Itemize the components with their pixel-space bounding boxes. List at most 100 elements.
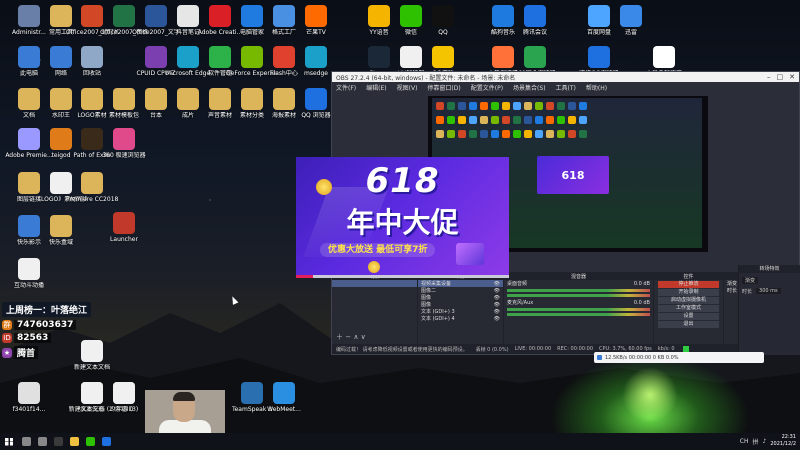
scenes-dock[interactable]: 场景 ＋ − ∧ ∨ <box>332 272 418 344</box>
menu-item[interactable]: 停靠窗口(D) <box>427 83 460 92</box>
tray-ime[interactable]: 拼 <box>753 437 759 446</box>
maximize-icon[interactable]: □ <box>777 73 784 81</box>
source-item[interactable]: 图像 👁 <box>418 294 503 302</box>
menu-item[interactable]: 配置文件(P) <box>471 83 503 92</box>
visibility-icon[interactable]: 👁 <box>494 295 500 301</box>
menu-item[interactable]: 视图(V) <box>397 83 418 92</box>
video-progress-bar[interactable] <box>296 275 509 278</box>
close-icon[interactable]: ✕ <box>789 73 795 81</box>
webcam-feed <box>145 390 225 433</box>
download-speed-bar[interactable]: 12.5KB/s 00:00:00 0 KB 0.0% <box>594 352 764 363</box>
scene-controls[interactable]: ＋ − ∧ ∨ <box>336 332 366 342</box>
control-button[interactable]: 开始录制 <box>658 289 719 296</box>
taskbar-app-task-view[interactable] <box>34 433 50 450</box>
desktop-icon[interactable]: 芒果TV <box>290 5 342 36</box>
desktop-icon-label: 360 极速浏览器 <box>102 152 146 159</box>
minimize-icon[interactable]: – <box>767 73 771 81</box>
source-item[interactable]: 文本 (GDI+) 3 👁 <box>418 308 503 316</box>
qq-icon <box>432 5 454 27</box>
controls-dock[interactable]: 控件 停止推流 开始录制 启动虚拟摄像机 工作室模式 设置 退出 <box>654 272 724 344</box>
scene-item[interactable] <box>332 280 417 287</box>
transition-select[interactable]: 渐变 <box>742 276 759 284</box>
mixer-channel[interactable]: 桌面音频 0.0 dB <box>504 280 653 297</box>
taskbar-apps <box>18 433 114 450</box>
source-item[interactable]: 图像二 👁 <box>418 287 503 295</box>
desktop-icon[interactable]: 腾讯会议 <box>509 5 561 36</box>
visibility-icon[interactable]: 👁 <box>494 309 500 315</box>
desktop-icon-label: 腾讯会议 <box>522 29 547 36</box>
taskbar-app-search[interactable] <box>18 433 34 450</box>
folder-icon <box>50 215 72 237</box>
document-icon <box>18 258 40 280</box>
desktop-icon[interactable]: 回收站 <box>66 46 118 77</box>
transition-row[interactable]: 渐变 <box>739 276 800 284</box>
source-item[interactable]: 图像 👁 <box>418 301 503 309</box>
preview-thumbnail-icon <box>480 116 488 124</box>
wechat-icon <box>85 437 95 446</box>
desktop-icon[interactable]: WebMeet... <box>258 382 310 413</box>
sources-dock[interactable]: 来源 视频采集设备👁图像二👁图像👁图像👁文本 (GDI+) 3👁文本 (GDI+… <box>418 272 504 344</box>
source-label: 文本 (GDI+) 4 <box>421 316 455 322</box>
menu-item[interactable]: 工具(T) <box>556 83 576 92</box>
menu-item[interactable]: 帮助(H) <box>586 83 607 92</box>
source-item[interactable]: 文本 (GDI+) 4 👁 <box>418 315 503 323</box>
meeting-icon <box>524 5 546 27</box>
preview-thumbnail-icon <box>447 102 455 110</box>
preview-thumbnail-icon <box>524 130 532 138</box>
mixer-dock[interactable]: 混音器 桌面音频 0.0 dB 麦克风/Aux 0.0 dB <box>504 272 654 344</box>
preview-thumbnail-icon <box>513 102 521 110</box>
control-button[interactable]: 退出 <box>658 321 719 328</box>
stream-overlay: 上周榜一：叶落绝江 群 747603637 ID 82563 ★ 腾首 <box>2 298 122 373</box>
taskbar-app-qq[interactable] <box>98 433 114 450</box>
transitions-panel-title: 转场特效 <box>739 265 800 273</box>
desktop-icon[interactable]: 快乐盒域 <box>35 215 87 246</box>
preview-thumbnail-icon <box>480 102 488 110</box>
overlay-line: 82563 <box>14 333 52 343</box>
control-button[interactable]: 启动虚拟摄像机 <box>658 297 719 304</box>
taskbar-app-file-explorer[interactable] <box>66 433 82 450</box>
visibility-icon[interactable]: 👁 <box>494 288 500 294</box>
mixer-title: 混音器 <box>504 272 653 280</box>
desktop-icon[interactable]: Launcher <box>98 212 150 243</box>
desktop-icon[interactable]: 迅雷 <box>605 5 657 36</box>
desktop-icon[interactable]: QQ <box>417 5 469 36</box>
source-label: 图像 <box>421 302 432 308</box>
desktop-icon-label: 回收站 <box>82 70 101 77</box>
start-button[interactable] <box>0 437 18 446</box>
duration-input[interactable]: 300 ms <box>756 288 781 294</box>
xunlei-icon <box>620 5 642 27</box>
volume-meter <box>507 289 650 292</box>
transitions-panel[interactable]: 转场特效 渐变 时长 300 ms <box>738 265 800 355</box>
desktop-icon[interactable]: Premiere CC2018 <box>66 172 118 203</box>
control-button[interactable]: 工作室模式 <box>658 305 719 312</box>
volume-slider[interactable] <box>507 313 650 316</box>
taskbar-clock[interactable]: 22:31 2021/12/2 <box>770 434 796 448</box>
visibility-icon[interactable]: 👁 <box>494 316 500 322</box>
desktop-icon[interactable]: 360 极速浏览器 <box>98 128 150 159</box>
controls-title: 控件 <box>654 272 723 280</box>
menu-item[interactable]: 编辑(E) <box>366 83 386 92</box>
banner-subtitle: 优惠大放送 最低可享7折 <box>320 243 436 257</box>
desktop-icon[interactable]: f3401f14... <box>3 382 55 413</box>
visibility-icon[interactable]: 👁 <box>494 281 500 287</box>
visibility-icon[interactable]: 👁 <box>494 302 500 308</box>
mixer-channel[interactable]: 麦克风/Aux 0.0 dB <box>504 299 653 316</box>
promo-video-overlay[interactable]: 618 年中大促 优惠大放送 最低可享7折 <box>296 157 509 278</box>
desktop-icon[interactable]: 互动斗动播 <box>3 258 55 289</box>
qq-game-icon <box>432 46 454 68</box>
desktop-icon[interactable]: 少年游 (3) <box>98 382 150 413</box>
source-item[interactable]: 视频采集设备 👁 <box>418 280 503 287</box>
volume-icon[interactable]: ♪ <box>763 438 767 445</box>
preview-thumbnail-icon <box>513 116 521 124</box>
taskbar-app-obs[interactable] <box>50 433 66 450</box>
tray-language[interactable]: CH <box>740 438 749 445</box>
taskbar-app-wechat[interactable] <box>82 433 98 450</box>
obs-title-bar[interactable]: OBS 27.2.4 (64-bit, windows) - 配置文件: 未命名… <box>332 72 799 82</box>
menu-item[interactable]: 文件(F) <box>336 83 356 92</box>
control-button[interactable]: 设置 <box>658 313 719 320</box>
duration-panel-row[interactable]: 时长 300 ms <box>739 287 800 295</box>
volume-slider[interactable] <box>507 294 650 297</box>
control-button[interactable]: 停止推流 <box>658 281 719 288</box>
transition-mode: 渐变 <box>727 281 738 287</box>
menu-item[interactable]: 场景集合(S) <box>513 83 546 92</box>
